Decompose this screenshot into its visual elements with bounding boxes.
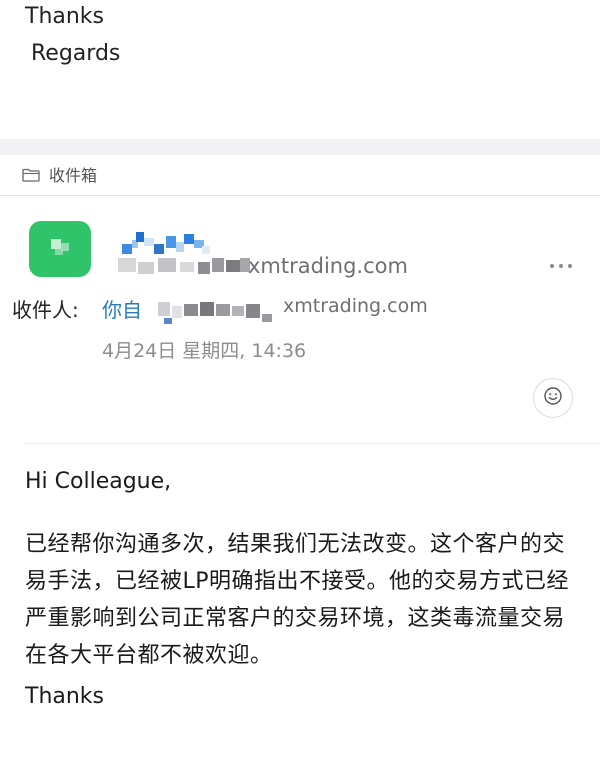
more-icon[interactable] (548, 260, 574, 272)
header-divider (24, 443, 600, 444)
recipient-name[interactable]: 你自 (102, 294, 142, 323)
sent-date: 4月24日 星期四, 14:36 (102, 340, 307, 362)
folder-divider (0, 195, 600, 196)
body-closing: Thanks (25, 684, 105, 709)
body-greeting: Hi Colleague, (25, 469, 172, 494)
recipient-address[interactable]: xmtrading.com (283, 295, 428, 317)
sender-name-redacted (118, 228, 253, 278)
sender-avatar[interactable] (29, 221, 91, 277)
separator-band (0, 139, 600, 155)
sender-address[interactable]: xmtrading.com (248, 254, 408, 278)
quoted-thanks: Thanks (25, 4, 105, 29)
quoted-regards: Regards (31, 41, 121, 66)
add-reaction-button[interactable] (533, 378, 573, 418)
email-view: Thanks Regards 收件箱 xmtrading.com 收件人: 你自… (0, 0, 600, 758)
folder-icon (22, 167, 40, 182)
body-paragraph: 已经帮你沟通多次，结果我们无法改变。这个客户的交易手法，已经被LP明确指出不接受… (25, 532, 570, 668)
folder-breadcrumb[interactable]: 收件箱 (22, 160, 97, 188)
recipient-redacted (158, 292, 278, 326)
folder-label: 收件箱 (49, 166, 98, 185)
recipient-label: 收件人: (12, 298, 79, 322)
smile-icon (543, 386, 563, 410)
